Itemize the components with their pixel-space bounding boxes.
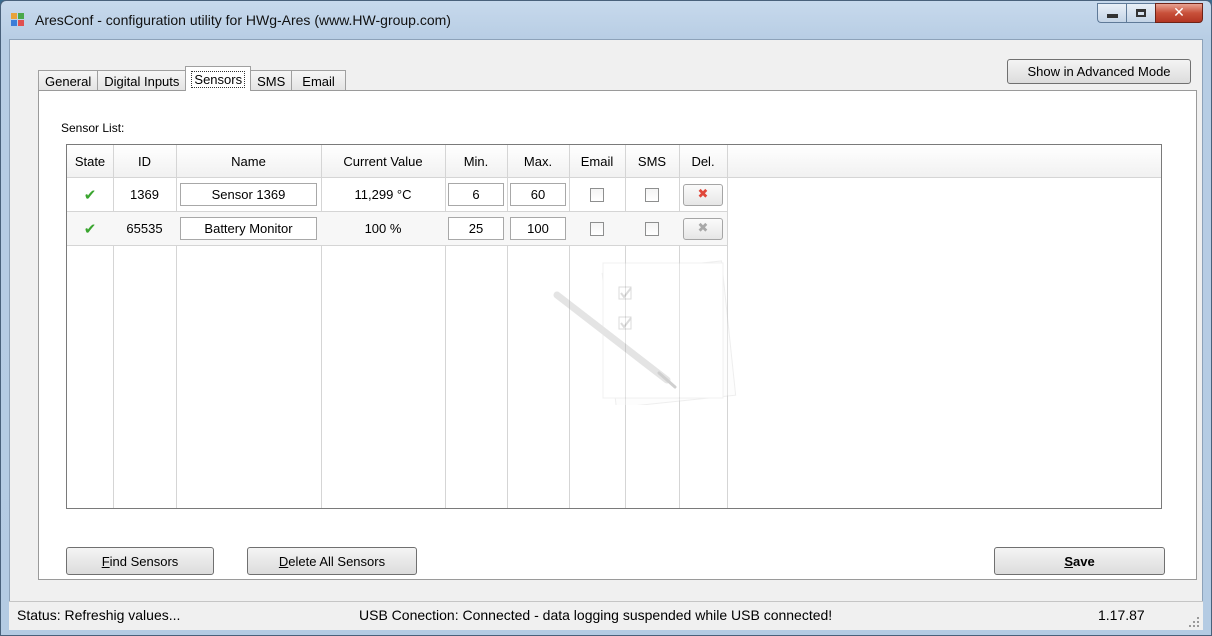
tab-digital-inputs[interactable]: Digital Inputs [97, 70, 187, 91]
max-cell[interactable]: 60 [507, 178, 569, 211]
name-field[interactable]: Battery Monitor [180, 217, 317, 240]
show-advanced-mode-button[interactable]: Show in Advanced Mode [1007, 59, 1191, 84]
close-button[interactable]: ✕ [1155, 3, 1203, 23]
window-title: AresConf - configuration utility for HWg… [35, 12, 451, 28]
column-header-state[interactable]: State [67, 145, 113, 177]
tab-sensors[interactable]: Sensors [185, 66, 252, 91]
version-label: 1.17.87 [1098, 607, 1145, 623]
delete-all-sensors-button[interactable]: Delete All Sensors [247, 547, 417, 575]
resize-grip-icon[interactable] [1189, 617, 1199, 627]
del-cell: ✖ [679, 212, 727, 245]
name-cell[interactable]: Battery Monitor [176, 212, 321, 245]
sms-checkbox[interactable] [645, 221, 659, 236]
column-header-current-value[interactable]: Current Value [321, 145, 445, 177]
column-header-min[interactable]: Min. [445, 145, 507, 177]
tab-email[interactable]: Email [291, 70, 346, 91]
del-cell: ✖ [679, 178, 727, 211]
tab-label: SMS [257, 73, 286, 89]
table-header: State ID Name Current Value Min. Max. Em… [67, 145, 1161, 178]
sensor-table[interactable]: State ID Name Current Value Min. Max. Em… [66, 144, 1162, 509]
find-sensors-button[interactable]: Find Sensors [66, 547, 214, 575]
current-value-cell: 100 % [364, 221, 402, 236]
minimize-button[interactable] [1097, 3, 1126, 23]
save-button[interactable]: Save [994, 547, 1165, 575]
max-field[interactable]: 60 [510, 183, 566, 206]
table-row[interactable]: ✔ 1369 Sensor 1369 11,299 °C 6 60 ✖ [67, 178, 727, 212]
id-cell: 65535 [126, 221, 163, 236]
tab-strip: General Digital Inputs Sensors SMS Email [38, 66, 346, 91]
accelerator-key: F [101, 553, 110, 569]
accelerator-key: S [1064, 553, 1073, 569]
email-checkbox[interactable] [590, 221, 604, 236]
state-cell: ✔ [67, 178, 113, 211]
column-header-email[interactable]: Email [569, 145, 625, 177]
tab-label: Sensors [191, 70, 246, 88]
delete-sensor-button[interactable]: ✖ [683, 183, 723, 206]
email-cell [569, 212, 625, 245]
maximize-icon [1136, 9, 1146, 17]
current-value-cell: 11,299 °C [354, 187, 412, 202]
accelerator-key: D [278, 553, 289, 569]
client-area: General Digital Inputs Sensors SMS Email… [9, 39, 1203, 629]
delete-x-icon: ✖ [697, 221, 709, 236]
min-field[interactable]: 6 [448, 183, 504, 206]
tab-label: Digital Inputs [104, 73, 180, 89]
table-row[interactable]: ✔ 65535 Battery Monitor 100 % 25 100 ✖ [67, 212, 727, 246]
email-checkbox[interactable] [590, 187, 604, 202]
name-field[interactable]: Sensor 1369 [180, 183, 317, 206]
min-cell[interactable]: 6 [445, 178, 507, 211]
id-cell: 1369 [130, 187, 159, 202]
email-cell [569, 178, 625, 211]
button-label: ave [1072, 553, 1095, 569]
close-icon: ✕ [1173, 5, 1185, 21]
status-bar: Status: Refreshig values... USB Conectio… [9, 601, 1203, 630]
delete-sensor-button[interactable]: ✖ [683, 217, 723, 240]
column-header-id[interactable]: ID [113, 145, 176, 177]
status-text: Status: Refreshig values... [17, 607, 181, 623]
sms-checkbox[interactable] [645, 187, 659, 202]
app-window: AresConf - configuration utility for HWg… [0, 0, 1212, 636]
sms-cell [625, 178, 679, 211]
sensor-list-label: Sensor List: [61, 121, 125, 135]
usb-connection-status: USB Conection: Connected - data logging … [359, 607, 833, 623]
name-cell[interactable]: Sensor 1369 [176, 178, 321, 211]
button-label: ind Sensors [109, 553, 179, 569]
min-cell[interactable]: 25 [445, 212, 507, 245]
column-header-max[interactable]: Max. [507, 145, 569, 177]
maximize-button[interactable] [1126, 3, 1155, 23]
delete-x-icon: ✖ [697, 187, 709, 202]
tab-label: General [45, 73, 92, 89]
max-field[interactable]: 100 [510, 217, 566, 240]
tab-label: Email [302, 73, 335, 89]
tab-general[interactable]: General [38, 70, 99, 91]
check-icon: ✔ [83, 185, 97, 204]
check-icon: ✔ [83, 219, 97, 238]
state-cell: ✔ [67, 212, 113, 245]
max-cell[interactable]: 100 [507, 212, 569, 245]
button-label: elete All Sensors [288, 553, 386, 569]
sms-cell [625, 212, 679, 245]
caption-buttons: ✕ [1097, 3, 1203, 25]
notepad-watermark-icon [553, 260, 737, 405]
min-field[interactable]: 25 [448, 217, 504, 240]
app-icon [11, 13, 25, 27]
tab-sms[interactable]: SMS [250, 70, 293, 91]
title-bar[interactable]: AresConf - configuration utility for HWg… [1, 1, 1211, 39]
sensors-tab-page: Sensor List: State ID Name Current Value… [38, 90, 1197, 580]
column-header-sms[interactable]: SMS [625, 145, 679, 177]
column-header-name[interactable]: Name [176, 145, 321, 177]
column-header-del[interactable]: Del. [679, 145, 727, 177]
minimize-icon [1106, 14, 1118, 18]
